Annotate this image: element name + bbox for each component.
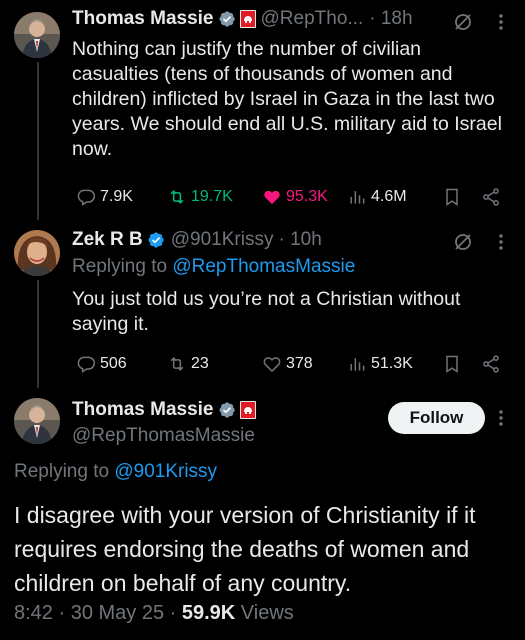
- more-icon[interactable]: [494, 408, 508, 428]
- views-icon: [350, 358, 365, 371]
- thread-line: [37, 280, 39, 388]
- reply-button[interactable]: 7.9K: [76, 187, 133, 207]
- reply-icon: [77, 356, 96, 373]
- grok-icon[interactable]: [453, 232, 473, 252]
- repost-icon: [170, 190, 184, 204]
- avatar[interactable]: [14, 398, 60, 444]
- repost-button[interactable]: 23: [167, 354, 209, 374]
- views-button[interactable]: 51.3K: [347, 354, 413, 374]
- views-count: 51.3K: [371, 355, 413, 372]
- views-count: 4.6M: [371, 188, 407, 205]
- repost-button[interactable]: 19.7K: [167, 187, 233, 207]
- timestamp[interactable]: · 10h: [278, 228, 321, 252]
- thread-line: [37, 62, 39, 220]
- follow-button[interactable]: Follow: [388, 402, 485, 434]
- verified-badge-icon: [148, 232, 164, 248]
- more-icon[interactable]: [494, 12, 508, 32]
- repost-count: 23: [191, 355, 209, 372]
- grok-icon[interactable]: [453, 12, 473, 32]
- verified-badge-icon: [218, 11, 235, 27]
- replying-to-link[interactable]: @RepThomasMassie: [172, 256, 355, 277]
- bookmark-icon[interactable]: [442, 354, 462, 374]
- author-handle[interactable]: @901Krissy: [171, 228, 274, 252]
- views-count: 59.9K: [181, 602, 236, 624]
- timestamp[interactable]: · 18h: [369, 7, 412, 31]
- repost-icon: [170, 357, 184, 371]
- reply-count: 7.9K: [100, 188, 133, 205]
- tweet-text: You just told us you’re not a Christian …: [72, 288, 461, 335]
- government-badge-icon: [239, 401, 256, 419]
- author-name[interactable]: Thomas Massie: [72, 7, 214, 31]
- repost-count: 19.7K: [191, 188, 233, 205]
- replying-to: Replying to @901Krissy: [14, 460, 217, 484]
- tweet-text: Nothing can justify the number of civili…: [72, 38, 502, 160]
- reply-icon: [77, 189, 96, 206]
- avatar[interactable]: [14, 12, 60, 58]
- government-badge-icon: [239, 10, 256, 28]
- replying-to-prefix: Replying to: [14, 461, 115, 482]
- tweet-meta: 8:42 · 30 May 25 · 59.9K Views: [14, 600, 294, 626]
- share-icon[interactable]: [481, 354, 501, 374]
- tweet-text: I disagree with your version of Christia…: [14, 502, 476, 596]
- reply-count: 506: [100, 355, 127, 372]
- tweet-1[interactable]: Thomas Massie @RepTho... · 18h Nothing c…: [0, 0, 525, 220]
- more-icon[interactable]: [494, 232, 508, 252]
- like-count: 378: [286, 355, 313, 372]
- like-count: 95.3K: [286, 188, 328, 205]
- heart-icon: [263, 357, 281, 373]
- views-label: Views: [235, 602, 294, 624]
- views-button[interactable]: 4.6M: [347, 187, 407, 207]
- avatar[interactable]: [14, 230, 60, 276]
- author-handle[interactable]: @RepTho...: [261, 7, 364, 31]
- share-icon[interactable]: [481, 187, 501, 207]
- replying-to-link[interactable]: @901Krissy: [114, 461, 217, 482]
- author-name[interactable]: Zek R B: [72, 228, 143, 252]
- like-button[interactable]: 378: [262, 354, 313, 374]
- reply-button[interactable]: 506: [76, 354, 127, 374]
- heart-icon: [264, 190, 280, 205]
- replying-to-prefix: Replying to: [72, 256, 173, 277]
- author-handle[interactable]: @RepThomasMassie: [72, 424, 255, 448]
- timestamp[interactable]: 8:42 · 30 May 25 ·: [14, 602, 182, 624]
- like-button[interactable]: 95.3K: [262, 187, 328, 207]
- author-name[interactable]: Thomas Massie: [72, 398, 214, 422]
- verified-badge-icon: [218, 402, 235, 418]
- tweet-2[interactable]: Zek R B @901Krissy · 10h Replying to @Re…: [0, 220, 525, 388]
- bookmark-icon[interactable]: [442, 187, 462, 207]
- replying-to: Replying to @RepThomasMassie: [72, 255, 355, 279]
- views-icon: [350, 191, 365, 204]
